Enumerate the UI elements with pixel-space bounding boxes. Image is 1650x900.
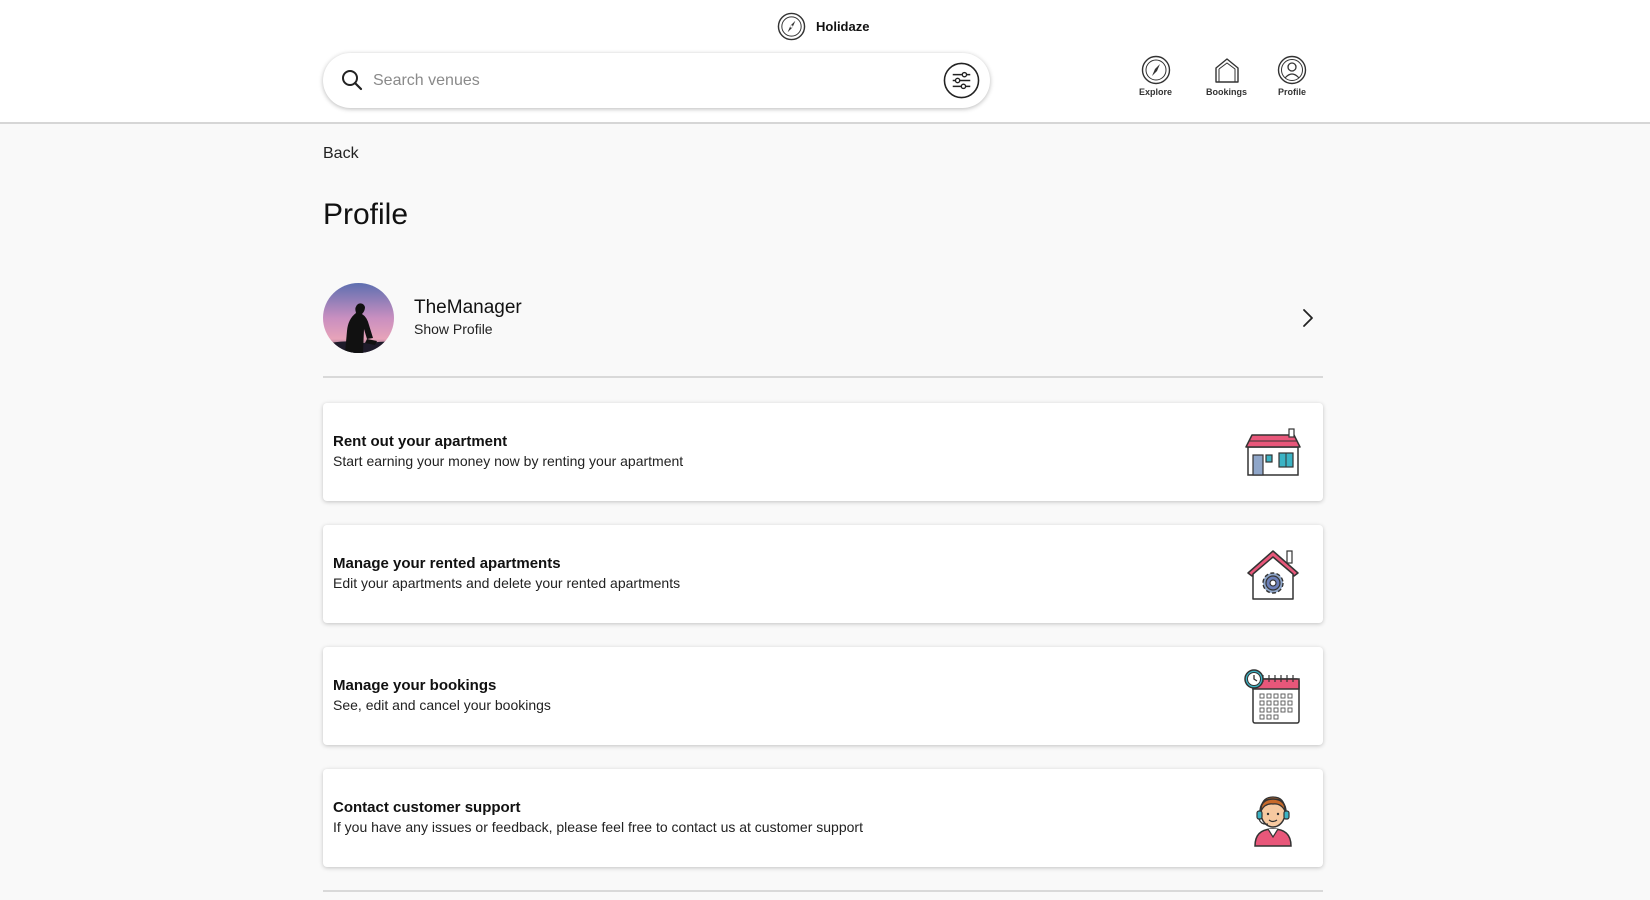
card-title: Contact customer support (333, 799, 521, 816)
card-description: See, edit and cancel your bookings (333, 697, 551, 713)
card-description: Edit your apartments and delete your ren… (333, 575, 681, 591)
chevron-right-icon (1303, 309, 1313, 327)
rent-apartment-card[interactable]: Rent out your apartment Start earning yo… (323, 403, 1323, 501)
brand-name: Holidaze (816, 19, 870, 34)
house-gear-icon (1247, 550, 1299, 600)
card-title: Manage your rented apartments (333, 555, 561, 572)
username: TheManager (414, 297, 522, 318)
card-description: If you have any issues or feedback, plea… (333, 819, 863, 835)
brand[interactable]: Holidaze (777, 12, 869, 41)
card-description: Start earning your money now by renting … (333, 453, 684, 469)
nav-bookings[interactable]: Bookings (1206, 55, 1247, 97)
compass-logo-icon (777, 12, 806, 41)
house-icon (1214, 58, 1239, 83)
support-agent-icon (1254, 796, 1292, 847)
nav-explore-label: Explore (1139, 87, 1173, 97)
back-link[interactable]: Back (323, 145, 359, 163)
nav-bookings-label: Bookings (1206, 87, 1248, 97)
house-rent-icon (1245, 428, 1301, 476)
show-profile-label: Show Profile (414, 321, 493, 337)
page-title: Profile (323, 198, 409, 231)
top-bar: Holidaze Explore Booki (0, 0, 1650, 124)
filter-icon[interactable] (943, 62, 980, 99)
card-title: Manage your bookings (333, 677, 497, 694)
search-input[interactable] (373, 67, 933, 95)
nav-explore[interactable]: Explore (1139, 55, 1172, 97)
compass-icon (1141, 55, 1170, 85)
manage-apartments-card[interactable]: Manage your rented apartments Edit your … (323, 525, 1323, 623)
nav-profile-label: Profile (1277, 87, 1306, 97)
calendar-clock-icon (1244, 669, 1300, 724)
search-icon (342, 70, 363, 91)
show-profile-row[interactable]: TheManager Show Profile (323, 283, 1323, 355)
divider-top (323, 376, 1323, 378)
avatar (323, 283, 394, 353)
nav-profile[interactable]: Profile (1277, 55, 1307, 97)
divider-bottom (323, 890, 1323, 892)
manage-bookings-card[interactable]: Manage your bookings See, edit and cance… (323, 647, 1323, 745)
card-title: Rent out your apartment (333, 433, 508, 450)
user-icon (1277, 55, 1307, 85)
customer-support-card[interactable]: Contact customer support If you have any… (323, 769, 1323, 867)
search-bar (323, 53, 990, 108)
